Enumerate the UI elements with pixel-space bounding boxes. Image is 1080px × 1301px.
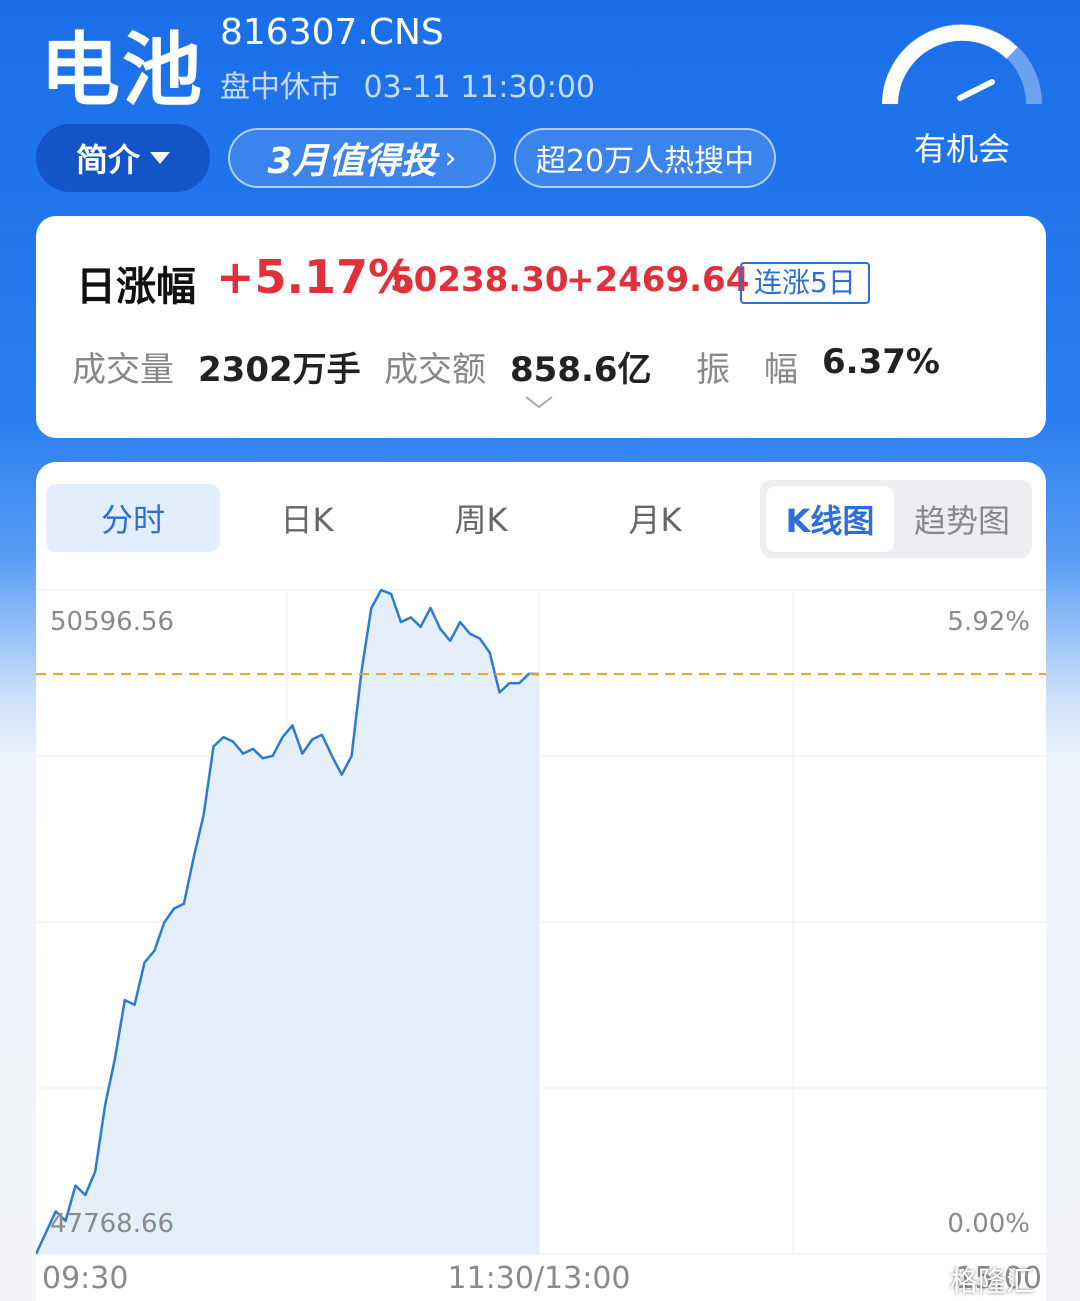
tab-weekly-k[interactable]: 周K	[394, 484, 568, 552]
market-status: 盘中休市 03-11 11:30:00	[220, 62, 595, 106]
chart-card: 分时 日K 周K 月K K线图 趋势图 50596.56 47768.66 5.…	[36, 462, 1046, 1301]
y-tick-bottom-left: 47768.66	[50, 1209, 174, 1239]
chevron-right-icon: ›	[444, 140, 457, 176]
amplitude-value: 6.37%	[822, 342, 940, 382]
amount-value: 858.6亿	[510, 350, 652, 390]
promo-label: 3月值得投	[267, 141, 437, 182]
change-percent: +5.17%	[216, 250, 415, 304]
mode-kline[interactable]: K线图	[766, 486, 894, 552]
hot-search-label: 超20万人热搜中	[535, 144, 755, 179]
stock-code: 816307.CNS	[220, 12, 444, 53]
y-tick-bottom-right: 0.00%	[947, 1209, 1030, 1239]
status-datetime: 03-11 11:30:00	[363, 70, 595, 105]
gauge-label: 有机会	[913, 130, 1010, 168]
intro-button[interactable]: 简介	[36, 124, 210, 192]
amplitude-label: 振 幅	[696, 350, 798, 390]
volume-label: 成交量	[72, 350, 174, 390]
promo-button[interactable]: 3月值得投 ›	[228, 128, 496, 188]
watermark: 格隆汇	[950, 1265, 1035, 1298]
y-tick-top-left: 50596.56	[50, 607, 174, 637]
expand-chevron-icon[interactable]	[524, 394, 554, 410]
daily-change-label: 日涨幅	[76, 264, 196, 310]
intraday-chart: 50596.56 47768.66 5.92% 0.00% 09:30 11:3…	[36, 588, 1046, 1296]
streak-badge: 连涨5日	[740, 262, 870, 304]
y-tick-top-right: 5.92%	[947, 607, 1030, 637]
volume-value: 2302万手	[198, 350, 361, 390]
tab-intraday[interactable]: 分时	[46, 484, 220, 552]
x-tick-midday: 11:30/13:00	[447, 1261, 630, 1296]
price-change: +2469.64	[566, 260, 750, 300]
intro-label: 简介	[75, 141, 140, 179]
tab-monthly-k[interactable]: 月K	[568, 484, 742, 552]
chart-mode-toggle: K线图 趋势图	[760, 480, 1032, 558]
page-title: 电池	[40, 24, 204, 117]
x-tick-open: 09:30	[42, 1261, 128, 1296]
caret-down-icon	[150, 152, 170, 164]
tab-daily-k[interactable]: 日K	[220, 484, 394, 552]
status-text: 盘中休市	[220, 70, 340, 105]
summary-card: 日涨幅 +5.17% 50238.30 +2469.64 连涨5日 成交量 23…	[36, 216, 1046, 438]
gauge-icon[interactable]	[872, 16, 1052, 116]
amount-label: 成交额	[384, 350, 486, 390]
mode-trend[interactable]: 趋势图	[898, 486, 1026, 552]
header: 电池 816307.CNS 盘中休市 03-11 11:30:00 简介 3月值…	[0, 0, 1080, 215]
current-price: 50238.30	[390, 260, 569, 300]
hot-search-button[interactable]: 超20万人热搜中	[514, 128, 776, 188]
